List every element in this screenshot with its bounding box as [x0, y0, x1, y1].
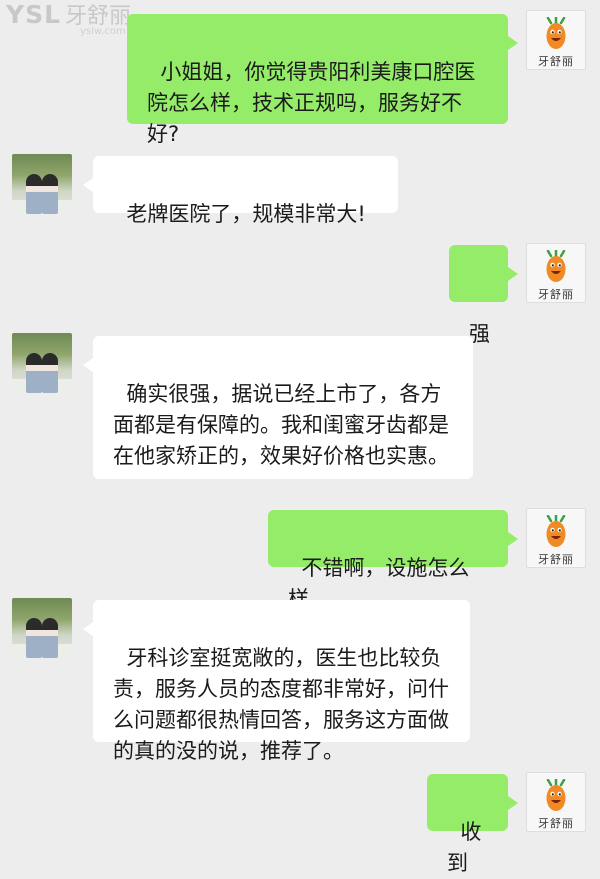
carrot-mascot-icon: [546, 779, 566, 811]
avatar-label: 牙舒丽: [538, 288, 574, 301]
carrot-mascot-icon: [546, 250, 566, 282]
message-bubble-sent[interactable]: 收到: [427, 774, 518, 875]
message-text: 小姐姐，你觉得贵阳利美康口腔医院怎么样，技术正规吗，服务好不好?: [147, 60, 476, 146]
avatar-self[interactable]: 牙舒丽: [526, 243, 586, 303]
avatar-self[interactable]: 牙舒丽: [526, 10, 586, 70]
carrot-mascot-icon: [546, 515, 566, 547]
avatar-self[interactable]: 牙舒丽: [526, 508, 586, 568]
message-bubble-received[interactable]: 确实很强，据说已经上市了，各方面都是有保障的。我和闺蜜牙齿都是在他家矫正的，效果…: [83, 336, 473, 479]
message-bubble-received[interactable]: 老牌医院了，规模非常大!: [83, 156, 398, 226]
watermark-logo: YSL 牙舒丽 yslw.com: [6, 0, 131, 37]
avatar-self[interactable]: 牙舒丽: [526, 772, 586, 832]
message-bubble-received[interactable]: 牙科诊室挺宽敞的，医生也比较负责，服务人员的态度都非常好，问什么问题都很热情回答…: [83, 600, 470, 763]
avatar-label: 牙舒丽: [538, 55, 574, 68]
message-bubble-sent[interactable]: 强: [449, 245, 518, 346]
message-text: 收到: [447, 820, 482, 875]
avatar-label: 牙舒丽: [538, 817, 574, 830]
carrot-mascot-icon: [546, 17, 566, 49]
watermark-brand: YSL: [6, 0, 62, 29]
message-bubble-sent[interactable]: 不错啊，设施怎么样: [268, 510, 518, 611]
watermark-url: yslw.com: [80, 26, 126, 37]
avatar-contact[interactable]: [12, 154, 72, 214]
avatar-contact[interactable]: [12, 598, 72, 658]
message-text: 老牌医院了，规模非常大!: [126, 202, 366, 226]
avatar-label: 牙舒丽: [538, 553, 574, 566]
message-text: 牙科诊室挺宽敞的，医生也比较负责，服务人员的态度都非常好，问什么问题都很热情回答…: [113, 646, 449, 763]
message-bubble-sent[interactable]: 小姐姐，你觉得贵阳利美康口腔医院怎么样，技术正规吗，服务好不好?: [127, 14, 518, 146]
message-text: 确实很强，据说已经上市了，各方面都是有保障的。我和闺蜜牙齿都是在他家矫正的，效果…: [113, 382, 449, 468]
avatar-contact[interactable]: [12, 333, 72, 393]
